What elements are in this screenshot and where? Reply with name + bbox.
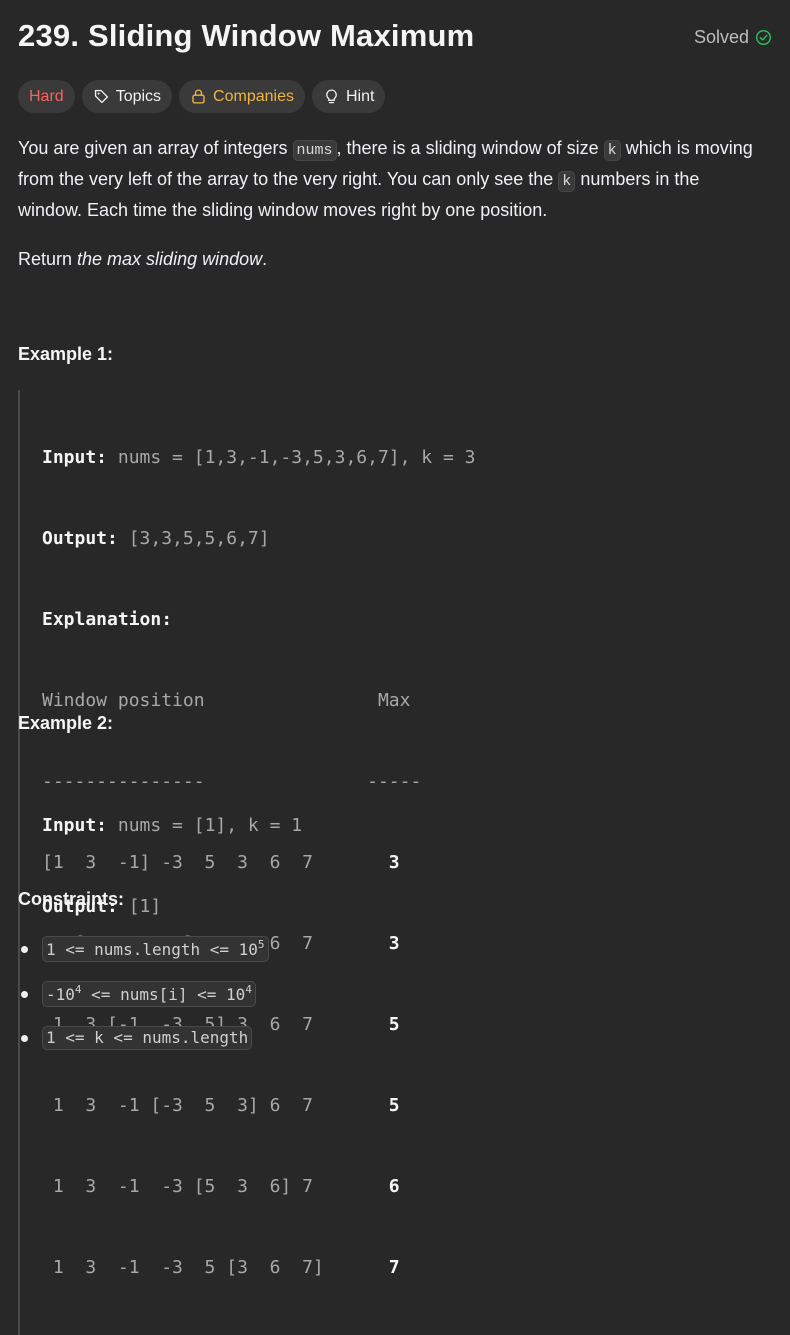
window-position: 1 3 -1 -3 [5 3 6] 7	[42, 1176, 389, 1197]
bullet-icon	[21, 990, 28, 998]
inline-code: k	[558, 171, 576, 192]
output-value: [1]	[117, 896, 162, 917]
constraints-heading: Constraints:	[18, 889, 125, 909]
problem-tags: Hard Topics Companies Hint	[18, 80, 386, 113]
companies-button[interactable]: Companies	[179, 80, 305, 113]
text: 1 <= nums.length <= 10	[46, 940, 258, 959]
constraint-item: 1 <= nums.length <= 105	[18, 936, 269, 962]
constraint-code: 1 <= k <= nums.length	[42, 1026, 253, 1050]
input-value: nums = [1,3,-1,-3,5,3,6,7], k = 3	[107, 447, 476, 468]
example-input-line: Input: nums = [1,3,-1,-3,5,3,6,7], k = 3	[42, 444, 476, 471]
output-value: [3,3,5,5,6,7]	[117, 528, 270, 549]
text: .	[262, 249, 268, 269]
window-row: 1 3 -1 [-3 5 3] 6 7 5	[42, 1092, 476, 1119]
window-row: 1 3 -1 -3 5 [3 6 7] 7	[42, 1254, 476, 1281]
text: <= nums[i] <= 10	[81, 985, 246, 1004]
solved-label: Solved	[693, 27, 749, 47]
difficulty-label: Hard	[29, 87, 64, 105]
inline-code: nums	[292, 140, 337, 161]
bullet-icon	[21, 945, 28, 953]
constraint-code: 1 <= nums.length <= 105	[42, 936, 269, 962]
window-row: 1 3 -1 -3 [5 3 6] 7 6	[42, 1173, 476, 1200]
lightbulb-icon	[326, 89, 337, 104]
superscript: 4	[74, 983, 82, 996]
companies-label: Companies	[213, 87, 294, 105]
text: -10	[46, 985, 75, 1004]
constraint-code: -104 <= nums[i] <= 104	[42, 981, 256, 1007]
window-max: 3	[388, 933, 400, 954]
window-header: Window position Max	[42, 690, 411, 711]
hint-label: Hint	[345, 87, 375, 105]
input-label: Input:	[42, 815, 108, 836]
constraint-item: -104 <= nums[i] <= 104	[18, 981, 256, 1007]
example-explanation-label: Explanation:	[42, 606, 476, 633]
topics-label: Topics	[115, 87, 162, 105]
solved-status: Solved	[694, 27, 772, 48]
window-max: 7	[388, 1257, 400, 1278]
superscript: 4	[245, 983, 252, 996]
explanation-label: Explanation:	[42, 609, 173, 630]
input-label: Input:	[42, 447, 108, 468]
example-input-line: Input: nums = [1], k = 1	[42, 812, 302, 839]
window-max: 3	[388, 852, 400, 873]
bullet-icon	[21, 1034, 28, 1042]
lock-icon	[192, 89, 205, 104]
window-max: 6	[388, 1176, 400, 1197]
window-position: 1 3 -1 -3 5 [3 6 7]	[42, 1257, 389, 1278]
example-2-heading: Example 2:	[18, 713, 114, 733]
tag-icon	[94, 89, 108, 104]
inline-code: k	[603, 140, 621, 161]
window-max: 5	[388, 1095, 400, 1116]
constraint-item: 1 <= k <= nums.length	[18, 1026, 253, 1050]
emphasis-text: the max sliding window	[77, 249, 263, 269]
topics-button[interactable]: Topics	[81, 80, 173, 113]
hint-button[interactable]: Hint	[311, 80, 386, 113]
superscript: 5	[257, 938, 265, 951]
difficulty-badge: Hard	[18, 80, 75, 113]
example-output-line: Output: [3,3,5,5,6,7]	[42, 525, 476, 552]
window-max: 5	[388, 1014, 400, 1035]
text: Return	[18, 249, 78, 269]
window-position: 1 3 -1 [-3 5 3] 6 7	[42, 1095, 389, 1116]
example-1-heading: Example 1:	[18, 344, 114, 364]
input-value: nums = [1], k = 1	[107, 815, 303, 836]
description-paragraph: You are given an array of integers nums,…	[18, 134, 763, 225]
check-circle-icon	[755, 29, 772, 46]
text: , there is a sliding window of size	[336, 138, 604, 158]
text: You are given an array of integers	[18, 138, 293, 158]
return-paragraph: Return the max sliding window.	[18, 245, 763, 274]
problem-title: 239. Sliding Window Maximum	[18, 18, 475, 53]
output-label: Output:	[42, 528, 118, 549]
problem-description: You are given an array of integers nums,…	[18, 134, 763, 274]
